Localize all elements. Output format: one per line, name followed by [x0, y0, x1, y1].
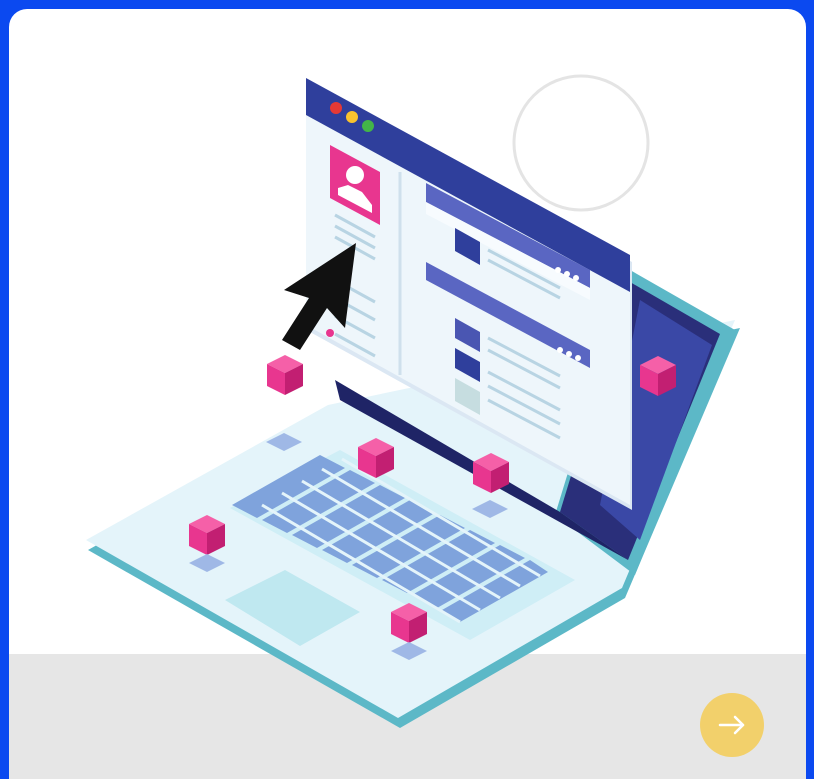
- next-button[interactable]: [700, 693, 764, 757]
- hero-card: [9, 9, 806, 779]
- arrow-right-icon: [718, 715, 745, 735]
- window-maximize-dot: [362, 120, 374, 132]
- window-minimize-dot: [346, 111, 358, 123]
- cube-icon: [267, 355, 303, 395]
- decorative-circle: [512, 74, 650, 212]
- window-close-dot: [330, 102, 342, 114]
- laptop-illustration: [86, 74, 740, 728]
